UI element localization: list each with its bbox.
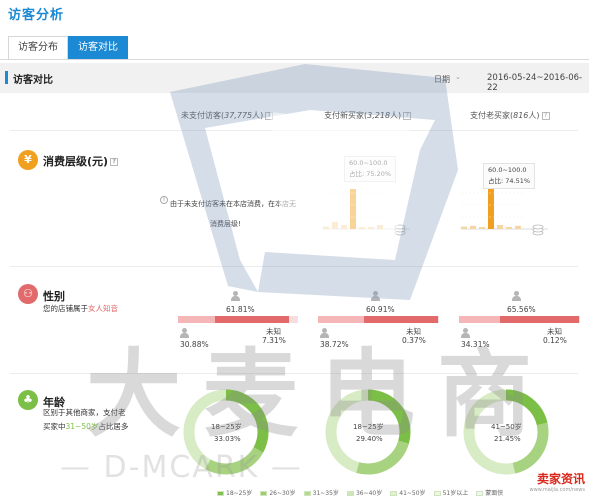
legend-label: 蒙面侠 xyxy=(485,490,504,497)
legend-swatch xyxy=(346,491,354,496)
corner-logo: 卖家资讯 www.maijia.com/news xyxy=(530,470,585,493)
legend-label: 18~25岁 xyxy=(226,490,253,497)
legend-swatch xyxy=(433,491,441,496)
legend-swatch xyxy=(217,491,224,496)
donut-share: 29.40% xyxy=(356,435,383,443)
legend-label: 31~35岁 xyxy=(312,490,339,497)
corner-logo-url: www.maijia.com/news xyxy=(529,487,585,493)
legend-item[interactable]: 31~35岁 xyxy=(303,488,339,497)
legend-item[interactable]: 18~25岁 xyxy=(217,488,252,497)
legend-swatch xyxy=(390,491,398,496)
legend-item[interactable]: 51岁以上 xyxy=(433,488,469,497)
donut-range: 18~25岁 xyxy=(353,423,384,431)
legend-swatch xyxy=(476,491,484,496)
legend-label: 36~40岁 xyxy=(355,490,383,497)
legend-swatch xyxy=(303,491,311,496)
legend-label: 26~30岁 xyxy=(269,490,296,497)
legend-label: 51岁以上 xyxy=(442,490,469,497)
donut-share: 21.45% xyxy=(494,435,521,443)
donut-share: 33.03% xyxy=(214,435,241,443)
legend-item[interactable]: 26~30岁 xyxy=(260,488,296,497)
legend-label: 41~50岁 xyxy=(399,490,426,497)
legend-item[interactable]: 36~40岁 xyxy=(346,488,383,497)
donut-range: 18~25岁 xyxy=(211,423,242,431)
legend-item[interactable]: 蒙面侠 xyxy=(476,488,503,497)
donut-range: 41~50岁 xyxy=(491,423,522,431)
legend-item[interactable]: 41~50岁 xyxy=(390,488,426,497)
legend-swatch xyxy=(260,491,268,496)
corner-logo-name: 卖家资讯 xyxy=(536,472,585,486)
age-legend: 18~25岁 26~30岁 31~35岁 36~40岁 41~50岁 51岁以上 蒙面侠 xyxy=(217,488,503,497)
